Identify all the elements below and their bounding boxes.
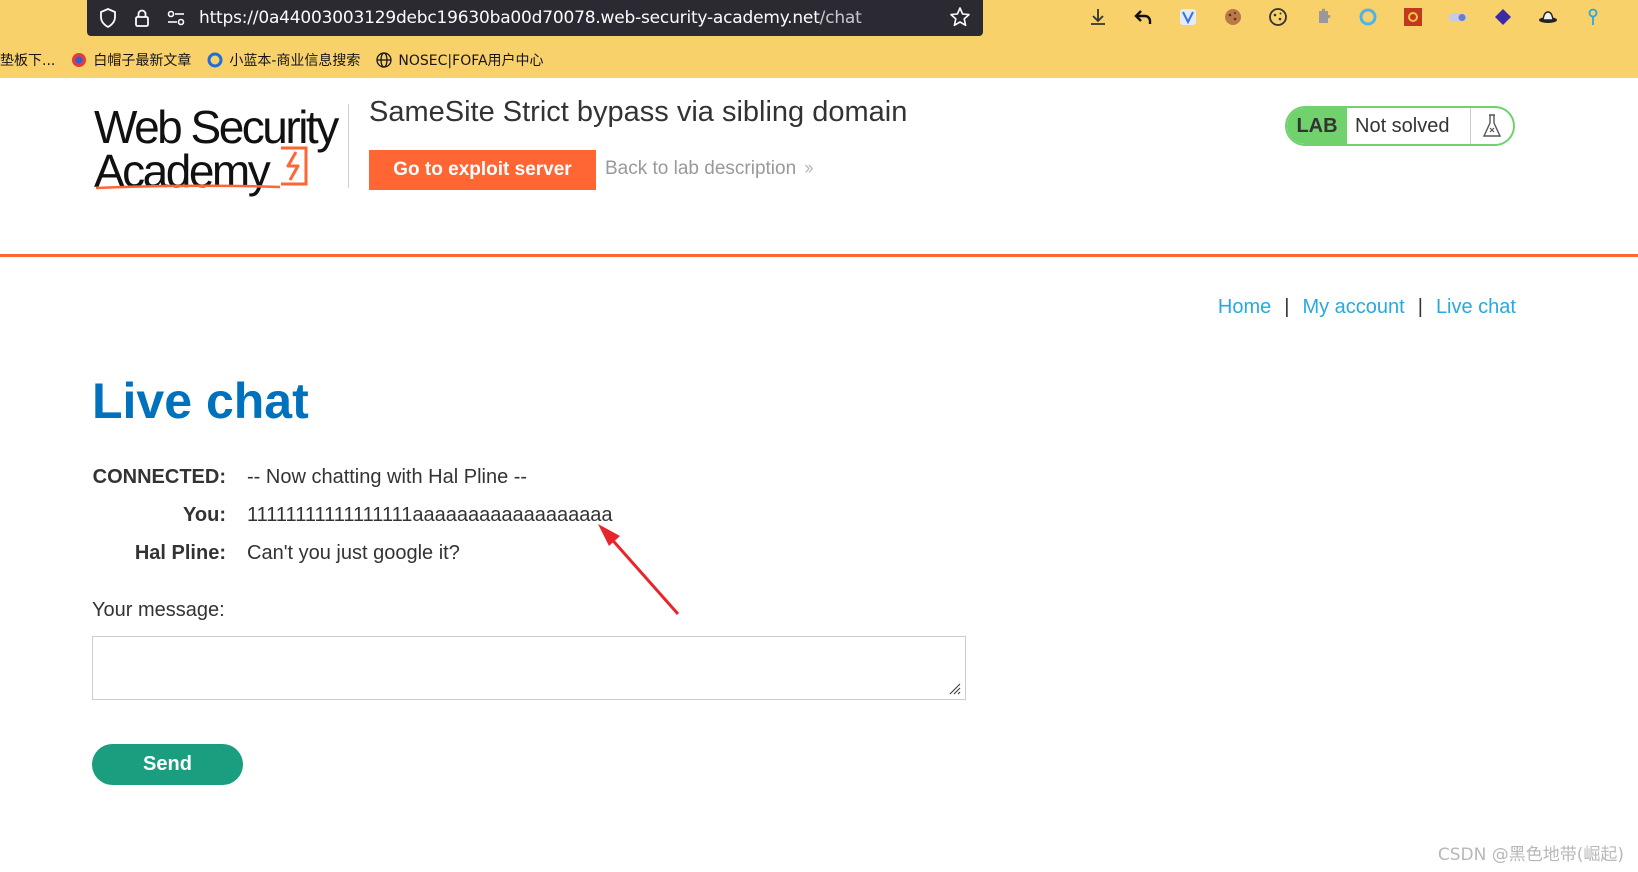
chat-message: You: 11111111111111111aaaaaaaaaaaaaaaaaa	[92, 496, 613, 534]
toggle-extension-icon[interactable]	[1445, 4, 1471, 30]
chat-text: -- Now chatting with Hal Pline --	[247, 465, 528, 488]
lab-status-widget: LAB Not solved	[1285, 106, 1515, 146]
header-rule	[0, 254, 1638, 257]
message-textarea[interactable]	[92, 636, 966, 700]
resize-grip-icon[interactable]	[946, 680, 962, 696]
send-button[interactable]: Send	[92, 744, 243, 785]
back-to-lab-link[interactable]: Back to lab description ››	[605, 158, 814, 180]
top-nav: Home | My account | Live chat	[1218, 296, 1516, 319]
lab-status-text: Not solved	[1347, 108, 1471, 144]
undo-arrow-icon[interactable]	[1130, 4, 1156, 30]
bookmark-item[interactable]: NOSEC|FOFA用户中心	[376, 50, 544, 70]
lightning-logo-icon	[281, 146, 308, 186]
chat-text: Can't you just google it?	[247, 541, 460, 564]
bookmark-star-icon[interactable]	[949, 6, 971, 33]
back-link-label: Back to lab description	[605, 158, 797, 179]
bookmarks-bar: 垫板下... 白帽子最新文章 小蓝本-商业信息搜索 NOSEC|FOFA用户中心	[0, 47, 560, 73]
shield-icon[interactable]	[97, 7, 119, 29]
url-main: https://0a44003003129debc19630ba00d70078…	[199, 8, 820, 28]
pin-extension-icon[interactable]	[1580, 4, 1606, 30]
url-text[interactable]: https://0a44003003129debc19630ba00d70078…	[199, 8, 862, 28]
extension-icons	[1085, 4, 1625, 30]
puzzle-extension-icon[interactable]	[1310, 4, 1336, 30]
chat-sender: Hal Pline:	[134, 541, 226, 564]
academy-logo[interactable]: Web Security Academy	[94, 100, 346, 196]
ring-extension-icon[interactable]	[1355, 4, 1381, 30]
translate-extension-icon[interactable]	[1175, 4, 1201, 30]
watermark: CSDN @黑色地带(崛起)	[1437, 845, 1624, 865]
bookmark-favicon-icon	[207, 52, 223, 68]
diamond-extension-icon[interactable]	[1490, 4, 1516, 30]
lab-title: SameSite Strict bypass via sibling domai…	[369, 96, 908, 128]
chat-log: CONNECTED: -- Now chatting with Hal Plin…	[92, 458, 613, 572]
double-chevron-right-icon: ››	[804, 158, 814, 179]
bookmark-label: 白帽子最新文章	[93, 53, 192, 69]
flask-icon	[1471, 108, 1513, 144]
address-bar[interactable]: https://0a44003003129debc19630ba00d70078…	[87, 0, 983, 36]
nav-separator: |	[1417, 296, 1423, 318]
lab-badge: LAB	[1287, 108, 1347, 144]
bookmark-item[interactable]: 垫板下...	[0, 50, 55, 70]
cookie-icon[interactable]	[1220, 4, 1246, 30]
header-divider	[348, 104, 349, 188]
bookmark-favicon-icon	[71, 52, 87, 68]
chat-text: 11111111111111111aaaaaaaaaaaaaaaaaa	[247, 503, 613, 526]
nav-live-chat-link[interactable]: Live chat	[1436, 296, 1516, 319]
bookmark-label: 小蓝本-商业信息搜索	[229, 53, 361, 69]
page-title: Live chat	[92, 373, 309, 429]
logo-underline-icon	[95, 184, 281, 190]
bookmark-item[interactable]: 白帽子最新文章	[71, 50, 191, 70]
globe-icon	[376, 52, 393, 68]
permissions-icon[interactable]	[165, 7, 187, 29]
chat-sender: CONNECTED:	[92, 465, 226, 488]
nav-my-account-link[interactable]: My account	[1302, 296, 1404, 319]
url-path: /chat	[819, 8, 862, 28]
lock-icon[interactable]	[131, 7, 153, 29]
bookmark-item[interactable]: 小蓝本-商业信息搜索	[207, 50, 360, 70]
bookmark-label: 垫板下...	[0, 53, 56, 69]
chat-message: Hal Pline: Can't you just google it?	[92, 534, 613, 572]
bookmark-label: NOSEC|FOFA用户中心	[398, 53, 544, 69]
hat-extension-icon[interactable]	[1535, 4, 1561, 30]
chat-message: CONNECTED: -- Now chatting with Hal Plin…	[92, 458, 613, 496]
nav-home-link[interactable]: Home	[1218, 296, 1271, 319]
cookie-editor-icon[interactable]	[1265, 4, 1291, 30]
nav-separator: |	[1284, 296, 1290, 318]
browser-toolbar: https://0a44003003129debc19630ba00d70078…	[0, 0, 1638, 78]
exploit-server-button[interactable]: Go to exploit server	[369, 150, 596, 190]
message-label: Your message:	[92, 599, 225, 621]
chat-sender: You:	[183, 503, 226, 526]
gear-extension-icon[interactable]	[1400, 4, 1426, 30]
download-icon[interactable]	[1085, 4, 1111, 30]
